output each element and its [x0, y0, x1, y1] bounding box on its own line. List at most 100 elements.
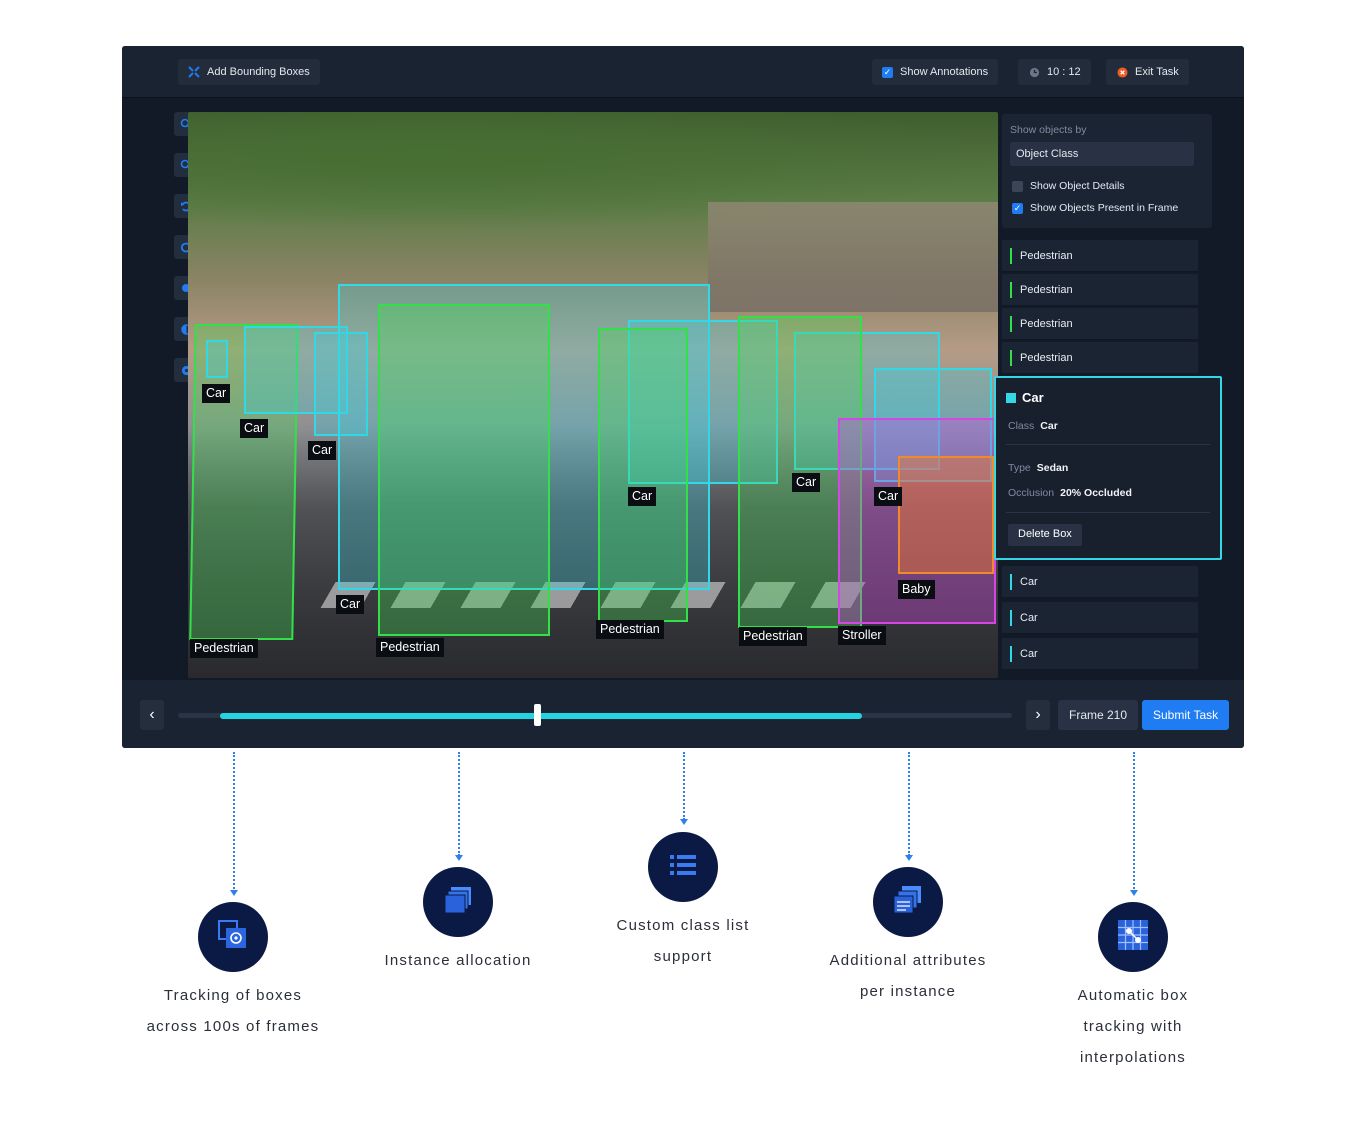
selected-object-detail: Car Class Car Type Sedan Occlusion 20% Occl…	[994, 376, 1222, 560]
object-list-item-label: Pedestrian	[1020, 249, 1073, 262]
object-list-item[interactable]: Car	[1002, 566, 1198, 598]
divider	[1006, 512, 1210, 513]
bbox-label: Car	[628, 487, 657, 506]
connector-arrow	[455, 855, 463, 861]
feature-auto-tracking-text: Automatic box tracking with interpolatio…	[1023, 980, 1243, 1073]
show-object-details-option[interactable]: Show Object Details	[1012, 180, 1125, 192]
detail-occlusion-value[interactable]: 20% Occluded	[1060, 487, 1132, 499]
object-list-item-label: Car	[1020, 575, 1038, 588]
detail-occlusion-label: Occlusion	[1008, 487, 1055, 499]
feature-instance-badge	[423, 867, 493, 937]
show-annotations-toggle[interactable]: ✓ Show Annotations	[872, 59, 999, 85]
detail-type-value[interactable]: Sedan	[1037, 462, 1069, 474]
exit-task-button[interactable]: Exit Task	[1106, 59, 1189, 85]
show-annotations-label: Show Annotations	[900, 66, 989, 78]
page-root: Add Bounding Boxes ✓ Show Annotations 10…	[0, 0, 1366, 1124]
submit-task-button[interactable]: Submit Task	[1142, 700, 1230, 730]
connector-line	[458, 752, 460, 856]
object-list-item-label: Pedestrian	[1020, 351, 1073, 364]
object-class-select[interactable]: Object Class	[1010, 142, 1194, 166]
feature-class-list-badge	[648, 832, 718, 902]
stacked-layers-icon	[441, 883, 475, 922]
class-color-bar	[1010, 247, 1012, 264]
feature-attributes-badge	[873, 867, 943, 937]
feature-tracking-badge	[198, 902, 268, 972]
connector-arrow	[680, 819, 688, 825]
show-objects-present-checkbox[interactable]: ✓	[1012, 202, 1023, 214]
object-list-item[interactable]: Car	[1002, 602, 1198, 634]
annotation-app-window: Add Bounding Boxes ✓ Show Annotations 10…	[122, 46, 1244, 748]
object-list-item[interactable]: Pedestrian	[1002, 308, 1198, 340]
show-annotations-checkbox[interactable]: ✓	[882, 66, 893, 78]
bbox-label: Pedestrian	[596, 620, 664, 639]
bbox-label: Car	[240, 419, 269, 438]
close-circle-icon	[1116, 66, 1128, 78]
object-list-item-label: Car	[1020, 611, 1038, 624]
bbox-label: Stroller	[838, 626, 886, 645]
object-list-item[interactable]: Pedestrian	[1002, 342, 1198, 374]
next-frame-button[interactable]: ›	[1026, 700, 1050, 730]
feature-text-line: per instance	[859, 983, 957, 1000]
frame-timeline: ‹ › Frame 210 Submit Task	[122, 680, 1244, 748]
clock-icon	[1028, 66, 1040, 78]
connector-arrow	[905, 855, 913, 861]
class-color-bar	[1010, 609, 1012, 626]
connector-line	[908, 752, 910, 856]
bbox-baby[interactable]	[898, 456, 994, 574]
connector-arrow	[1130, 890, 1138, 896]
bbox-label: Car	[874, 487, 903, 506]
detail-occlusion-row: Occlusion 20% Occluded	[1008, 487, 1132, 499]
chevron-left-icon: ‹	[149, 706, 155, 723]
feature-attributes-text: Additional attributes per instance	[798, 945, 1018, 1007]
bbox-label: Car	[336, 595, 365, 614]
bbox-label: Pedestrian	[376, 638, 444, 657]
layered-docs-icon	[891, 883, 925, 922]
feature-class-list-text: Custom class list support	[573, 910, 793, 972]
feature-text-line: Automatic box	[1077, 987, 1189, 1004]
bbox-pedestrian-2[interactable]	[378, 304, 550, 636]
feature-text-line: Instance allocation	[384, 952, 532, 969]
annotation-canvas[interactable]: Pedestrian Pedestrian Pedestrian Pedestr…	[188, 112, 998, 678]
bbox-pedestrian-3[interactable]	[598, 328, 688, 622]
class-color-bar	[1010, 573, 1012, 590]
previous-frame-button[interactable]: ‹	[140, 700, 164, 730]
object-list-item-label: Pedestrian	[1020, 283, 1073, 296]
frames-target-icon	[216, 918, 250, 957]
object-list-item[interactable]: Car	[1002, 638, 1198, 670]
divider	[1006, 444, 1210, 445]
feature-text-line: Additional attributes	[829, 952, 987, 969]
object-list-item-label: Pedestrian	[1020, 317, 1073, 330]
detail-class-value: Car	[1040, 420, 1058, 432]
show-object-details-checkbox[interactable]	[1012, 180, 1023, 192]
bbox-label: Pedestrian	[739, 627, 807, 646]
bbox-label: Car	[202, 384, 231, 403]
add-bounding-boxes-button[interactable]: Add Bounding Boxes	[178, 59, 320, 85]
task-timer: 10 : 12	[1018, 59, 1091, 85]
detail-title-text: Car	[1022, 390, 1044, 405]
exit-task-label: Exit Task	[1135, 66, 1179, 78]
object-list-item[interactable]: Pedestrian	[1002, 240, 1198, 272]
show-objects-by-label: Show objects by	[1010, 124, 1087, 136]
feature-text-line: interpolations	[1079, 1049, 1187, 1066]
detail-class-label: Class	[1008, 420, 1035, 432]
timeline-scrubber-handle[interactable]	[533, 704, 541, 726]
detail-type-label: Type	[1008, 462, 1031, 474]
feature-instance-text: Instance allocation	[348, 945, 568, 976]
list-icon	[666, 848, 700, 887]
bbox-label: Pedestrian	[190, 639, 258, 658]
delete-box-button[interactable]: Delete Box	[1008, 524, 1082, 546]
object-list-item[interactable]: Pedestrian	[1002, 274, 1198, 306]
feature-text-line: Tracking of boxes	[163, 987, 303, 1004]
bbox-car-small[interactable]	[206, 340, 228, 378]
add-bounding-boxes-label: Add Bounding Boxes	[207, 66, 310, 78]
feature-text-line: Custom class list	[616, 917, 750, 934]
detail-title: Car	[1006, 390, 1044, 405]
bbox-label: Car	[792, 473, 821, 492]
bbox-label: Baby	[898, 580, 935, 599]
connector-line	[233, 752, 235, 892]
feature-text-line: support	[653, 948, 713, 965]
class-color-swatch	[1006, 392, 1016, 403]
show-objects-present-option[interactable]: ✓ Show Objects Present in Frame	[1012, 202, 1178, 214]
class-color-bar	[1010, 645, 1012, 662]
timeline-progress	[220, 713, 862, 719]
